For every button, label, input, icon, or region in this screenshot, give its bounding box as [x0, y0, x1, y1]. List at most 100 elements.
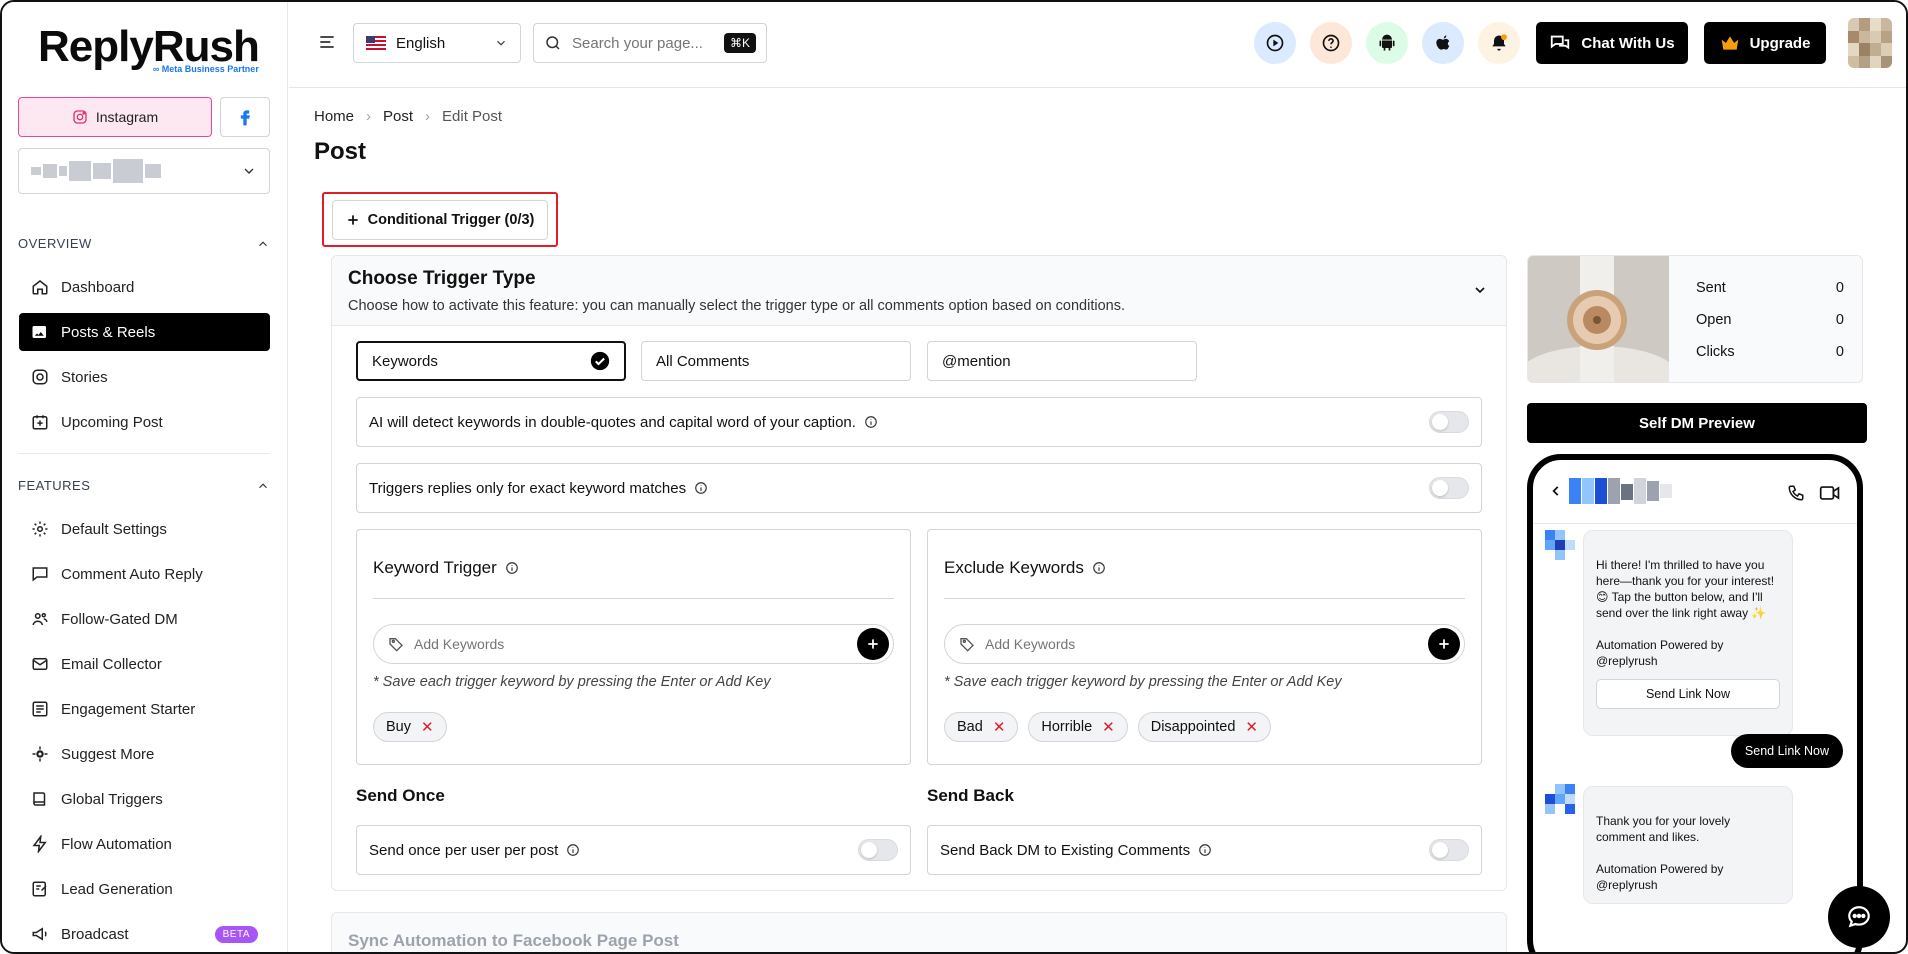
- stat-label: Sent: [1696, 280, 1726, 296]
- book-icon: [33, 792, 46, 806]
- watch-image: [1528, 256, 1669, 382]
- sidebar-item-upcoming-post[interactable]: Upcoming Post: [19, 403, 270, 441]
- trigger-type-keywords[interactable]: Keywords: [356, 341, 626, 381]
- ai-detect-label: AI will detect keywords in double-quotes…: [369, 413, 856, 431]
- conditional-trigger-button[interactable]: Conditional Trigger (0/3): [332, 200, 548, 240]
- features-section-header[interactable]: FEATURES: [18, 478, 270, 493]
- post-thumbnail[interactable]: [1528, 256, 1669, 382]
- send-once-option: Send once per user per post: [356, 825, 911, 875]
- language-label: English: [396, 34, 446, 52]
- sidebar-item-label: Upcoming Post: [61, 413, 163, 431]
- sidebar-divider: [18, 453, 270, 454]
- platform-instagram-button[interactable]: Instagram: [18, 97, 212, 137]
- page-title: Post: [314, 138, 367, 165]
- bolt-icon: [32, 835, 47, 853]
- upgrade-button[interactable]: Upgrade: [1704, 22, 1826, 64]
- sidebar-item-comment-auto-reply[interactable]: Comment Auto Reply: [19, 555, 270, 593]
- remove-icon[interactable]: ✕: [1102, 718, 1115, 736]
- platform-facebook-button[interactable]: [220, 97, 270, 137]
- keyword-chips: Buy ✕: [373, 712, 447, 742]
- stat-label: Clicks: [1696, 344, 1735, 360]
- stat-value: 0: [1835, 344, 1844, 360]
- dm-preview-phone: Hi there! I'm thrilled to have you here—…: [1527, 454, 1863, 952]
- stat-sent: Sent 0: [1684, 280, 1844, 312]
- crown-icon: [1721, 36, 1738, 50]
- topbar: English ⌘K Chat With Us Upgrad: [289, 2, 1906, 88]
- breadcrumb-home[interactable]: Home: [314, 108, 354, 125]
- trigger-type-all-comments[interactable]: All Comments: [641, 341, 911, 381]
- keyword-trigger-input[interactable]: [414, 636, 847, 652]
- video-camera-icon[interactable]: [1819, 484, 1841, 502]
- sidebar-item-follow-gated-dm[interactable]: Follow-Gated DM: [19, 600, 270, 638]
- phone-icon[interactable]: [1787, 484, 1805, 502]
- video-tutorial-button[interactable]: [1254, 22, 1296, 64]
- sidebar-item-label: Lead Generation: [61, 880, 173, 898]
- trigger-card-header[interactable]: Choose Trigger Type Choose how to activa…: [332, 256, 1506, 326]
- chat-with-us-button[interactable]: Chat With Us: [1536, 22, 1688, 64]
- user-avatar[interactable]: [1848, 18, 1892, 68]
- menu-toggle-button[interactable]: [317, 32, 337, 56]
- sidebar-item-default-settings[interactable]: Default Settings: [19, 510, 270, 548]
- sidebar-item-label: Dashboard: [61, 278, 135, 296]
- sidebar-item-email-collector[interactable]: Email Collector: [19, 645, 270, 683]
- tag-icon: [960, 638, 974, 652]
- sidebar-item-global-triggers[interactable]: Global Triggers: [19, 780, 270, 818]
- chevron-down-icon[interactable]: [1472, 282, 1488, 298]
- exclude-keywords-input[interactable]: [985, 636, 1418, 652]
- breadcrumb-post[interactable]: Post: [383, 108, 413, 125]
- sidebar-item-label: Default Settings: [61, 520, 167, 538]
- overview-section-header[interactable]: OVERVIEW: [18, 236, 270, 251]
- help-button[interactable]: [1310, 22, 1352, 64]
- sidebar-item-dashboard[interactable]: Dashboard: [19, 268, 270, 306]
- remove-icon[interactable]: ✕: [993, 718, 1006, 736]
- exclude-keywords-title-text: Exclude Keywords: [944, 558, 1084, 577]
- logo[interactable]: ReplyRush ∞ Meta Business Partner: [38, 22, 260, 74]
- ai-detect-toggle[interactable]: [1429, 411, 1469, 433]
- sidebar-item-lead-generation[interactable]: Lead Generation: [19, 870, 270, 908]
- sidebar-item-posts-reels[interactable]: Posts & Reels: [19, 313, 270, 351]
- sidebar-item-label: Follow-Gated DM: [61, 610, 178, 628]
- send-once-toggle[interactable]: [858, 839, 898, 861]
- ios-app-button[interactable]: [1422, 22, 1464, 64]
- exclude-keywords-title: Exclude Keywords: [944, 558, 1106, 578]
- exact-match-toggle[interactable]: [1429, 477, 1469, 499]
- sidebar-item-suggest-more[interactable]: Suggest More: [19, 735, 270, 773]
- chevron-left-icon[interactable]: [1549, 482, 1563, 500]
- chevron-up-icon: [259, 482, 267, 488]
- notifications-button[interactable]: [1478, 22, 1520, 64]
- remove-icon[interactable]: ✕: [421, 718, 434, 736]
- sidebar-item-label: Global Triggers: [61, 790, 163, 808]
- account-select[interactable]: [18, 148, 270, 194]
- search-box: ⌘K: [533, 23, 767, 63]
- chip-label: Horrible: [1041, 719, 1093, 735]
- support-chat-button[interactable]: [1828, 886, 1890, 948]
- language-select[interactable]: English: [353, 23, 521, 63]
- exclude-keywords-box: Exclude Keywords * Save each trigger key…: [927, 529, 1482, 765]
- chat-with-us-label: Chat With Us: [1581, 34, 1675, 52]
- info-icon: [1093, 562, 1105, 574]
- sync-facebook-card[interactable]: Sync Automation to Facebook Page Post: [331, 912, 1507, 952]
- bell-icon: [1492, 34, 1507, 51]
- send-back-toggle[interactable]: [1429, 839, 1469, 861]
- info-icon: [1199, 844, 1211, 856]
- sidebar-item-stories[interactable]: Stories: [19, 358, 270, 396]
- sidebar-item-engagement-starter[interactable]: Engagement Starter: [19, 690, 270, 728]
- instagram-icon: [32, 369, 48, 385]
- chip-label: Disappointed: [1150, 719, 1236, 735]
- send-back-title: Send Back: [927, 786, 1014, 805]
- add-keyword-button[interactable]: [857, 628, 889, 660]
- search-input[interactable]: [572, 34, 712, 52]
- trigger-type-label: @mention: [942, 352, 1011, 370]
- sidebar: ReplyRush ∞ Meta Business Partner Instag…: [2, 2, 288, 952]
- search-icon: [546, 36, 560, 50]
- send-link-now-button[interactable]: Send Link Now: [1596, 679, 1780, 709]
- sidebar-item-broadcast[interactable]: Broadcast BETA: [19, 915, 270, 952]
- sidebar-item-flow-automation[interactable]: Flow Automation: [19, 825, 270, 863]
- remove-icon[interactable]: ✕: [1245, 718, 1258, 736]
- android-app-button[interactable]: [1366, 22, 1408, 64]
- info-icon: [567, 844, 580, 856]
- send-once-title: Send Once: [356, 786, 445, 805]
- trigger-type-mention[interactable]: @mention: [927, 341, 1197, 381]
- add-exclude-keyword-button[interactable]: [1428, 628, 1460, 660]
- self-dm-preview-button[interactable]: Self DM Preview: [1527, 403, 1867, 443]
